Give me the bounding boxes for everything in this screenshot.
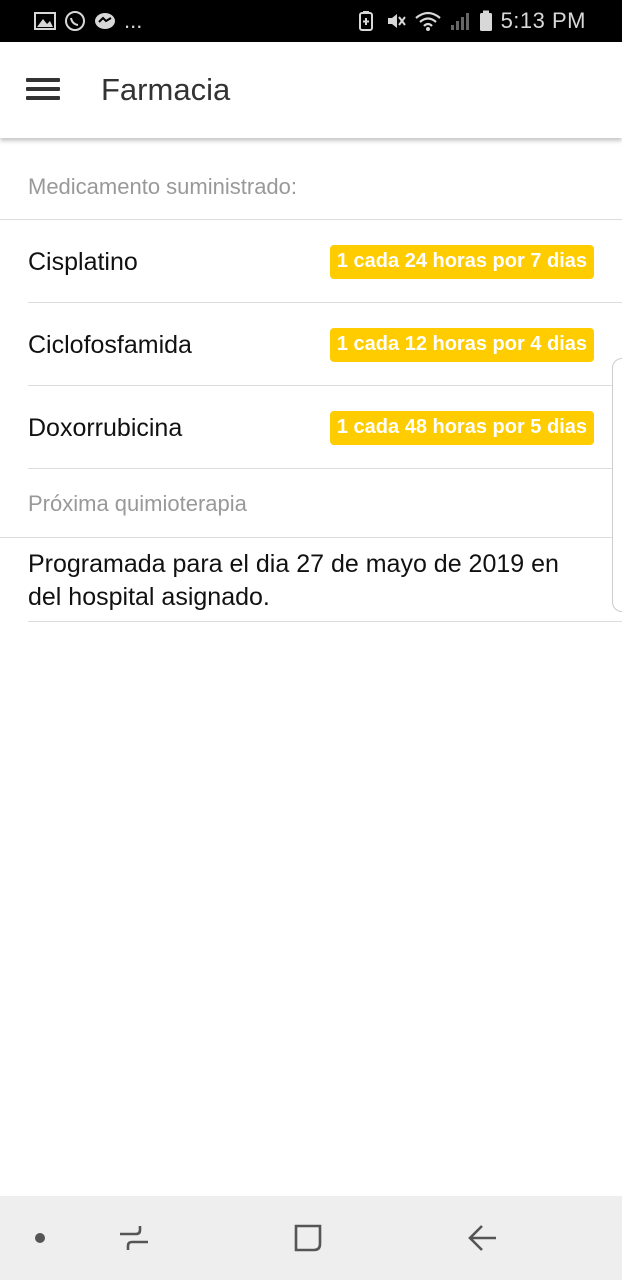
dose-badge: 1 cada 48 horas por 5 dias <box>329 411 594 445</box>
more-notifications-indicator: ... <box>124 8 143 33</box>
status-left-icons: ... <box>34 9 142 33</box>
home-icon[interactable] <box>282 1196 334 1280</box>
schedule-line-2: del hospital asignado. <box>28 583 270 611</box>
back-icon[interactable] <box>456 1196 508 1280</box>
wifi-icon <box>414 11 441 31</box>
battery-icon <box>479 10 492 31</box>
medication-name: Doxorrubicina <box>28 414 183 442</box>
dose-badge: 1 cada 24 horas por 7 dias <box>329 245 594 279</box>
dot-icon[interactable] <box>20 1196 60 1280</box>
medication-name: Ciclofosfamida <box>28 331 192 359</box>
battery-saver-icon <box>358 11 373 31</box>
status-time: 5:13 PM <box>500 8 586 33</box>
gallery-icon <box>34 12 56 30</box>
medication-row[interactable]: Doxorrubicina 1 cada 48 horas por 5 dias <box>28 386 622 469</box>
navigation-bar <box>0 1196 622 1280</box>
medication-row[interactable]: Ciclofosfamida 1 cada 12 horas por 4 dia… <box>28 303 622 386</box>
medication-row[interactable]: Cisplatino 1 cada 24 horas por 7 dias <box>28 220 622 303</box>
next-chemo-header: Próxima quimioterapia <box>0 469 622 538</box>
dose-badge: 1 cada 12 horas por 4 dias <box>329 328 594 362</box>
signal-icon <box>450 13 469 30</box>
main-content: Medicamento suministrado: Cisplatino 1 c… <box>0 138 622 622</box>
whatsapp-icon <box>65 11 85 31</box>
medications-header: Medicamento suministrado: <box>0 138 622 220</box>
hamburger-menu-icon[interactable] <box>22 72 64 108</box>
status-bar: ... 5:13 PM <box>0 0 622 42</box>
status-right-icons: 5:13 PM <box>355 8 586 34</box>
app-bar: Farmacia <box>0 42 622 138</box>
page-title: Farmacia <box>101 72 231 107</box>
messenger-icon <box>95 13 115 29</box>
recent-apps-icon[interactable] <box>108 1196 160 1280</box>
schedule-line-1: Programada para el dia 27 de mayo de 201… <box>28 550 559 578</box>
vibrate-mute-icon <box>387 14 406 28</box>
next-chemo-schedule: Programada para el dia 27 de mayo de 201… <box>28 538 622 622</box>
medication-name: Cisplatino <box>28 248 138 276</box>
edge-panel-handle[interactable] <box>612 358 622 612</box>
